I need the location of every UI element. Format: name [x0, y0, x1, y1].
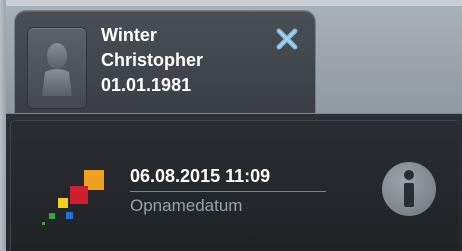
patient-last-name: Winter: [101, 25, 157, 45]
acquisition-divider: [130, 191, 326, 192]
person-silhouette-icon: [42, 43, 72, 96]
patient-first-name: Christopher: [101, 50, 204, 70]
acquisition-label: Opnamedatum: [130, 196, 243, 215]
patient-avatar: [27, 27, 87, 109]
close-x-icon: [276, 28, 298, 50]
info-icon[interactable]: [380, 160, 438, 218]
patient-info: Winter Christopher 01.01.1981: [101, 23, 203, 98]
window-frame-top: [0, 0, 462, 6]
acquisition-panel: 06.08.2015 11:09 Opnamedatum: [6, 113, 462, 251]
patient-tab[interactable]: Winter Christopher 01.01.1981: [14, 10, 316, 115]
acquisition-datetime: 06.08.2015 11:09: [130, 166, 271, 186]
patient-birth-date: 01.01.1981: [101, 75, 192, 95]
app-logo: [42, 170, 104, 225]
close-patient-button[interactable]: [273, 25, 301, 53]
